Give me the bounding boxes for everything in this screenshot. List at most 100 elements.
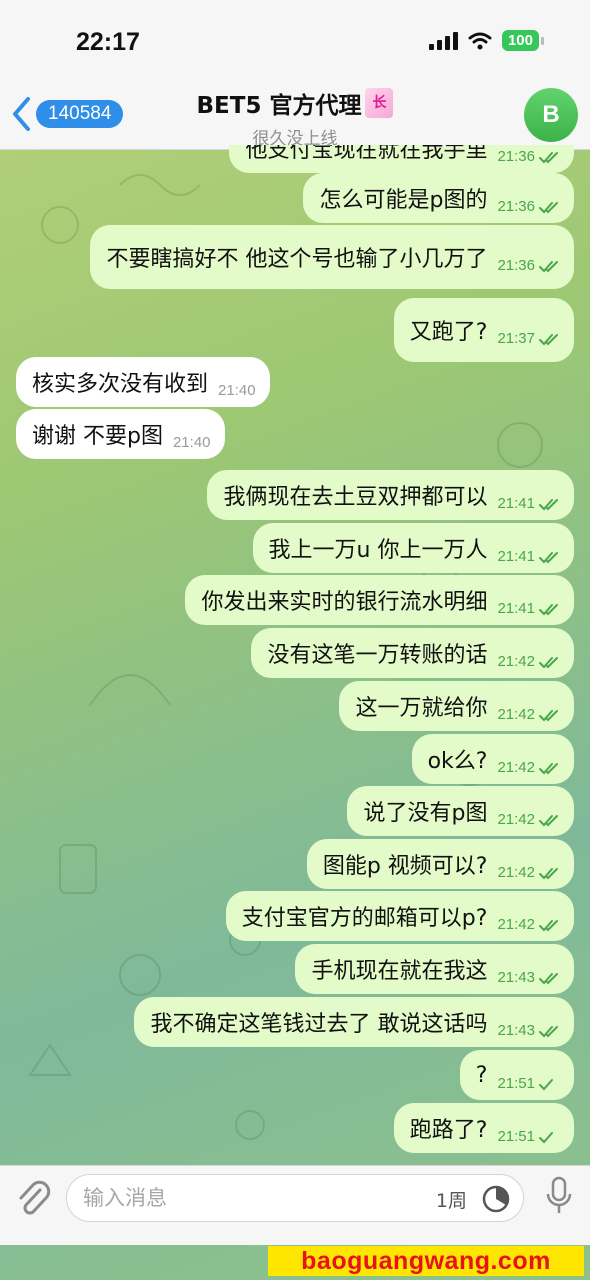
message-time: 21:43 [497,968,535,986]
message-time: 21:36 [497,147,535,165]
message-time: 21:42 [497,652,535,670]
avatar[interactable]: B [524,88,578,142]
outgoing-message[interactable]: 我俩现在去土豆双押都可以 21:41 [207,470,574,520]
message-meta: 21:36 [497,257,560,274]
message-meta: 21:42 [497,653,560,670]
double-check-icon [539,333,558,345]
message-meta: 21:37 [497,330,560,347]
message-text: 我不确定这笔钱过去了 敢说这话吗 [150,1012,488,1037]
message-text: ok么? [427,749,488,774]
battery-level: 100 [501,30,539,51]
message-text: 谢谢 不要p图 [32,424,163,449]
chat-name: BET5 官方代理 [196,93,362,119]
outgoing-message[interactable]: 说了没有p图 21:42 [347,786,574,836]
double-check-icon [539,603,558,615]
status-icons: 100 [428,30,544,51]
message-meta: 21:40 [218,382,256,399]
message-time: 21:41 [497,494,535,512]
status-time: 22:17 [76,28,140,56]
outgoing-message[interactable]: 我不确定这笔钱过去了 敢说这话吗 21:43 [134,997,574,1047]
message-text: 怎么可能是p图的 [319,188,488,213]
timer-icon[interactable] [481,1184,511,1214]
chat-header: 22:17 100 140584 BET5 官方代理 长 很久没上线 B [0,0,590,150]
double-check-icon [539,498,558,510]
message-time: 21:42 [497,915,535,933]
message-text: 图能p 视频可以? [322,854,488,879]
battery-icon: 100 [501,30,544,51]
double-check-icon [539,201,558,213]
message-meta: 21:51 [497,1128,560,1145]
message-input-field[interactable]: 1周 [66,1174,524,1222]
message-time: 21:43 [497,1021,535,1039]
message-meta: 21:42 [497,916,560,933]
outgoing-message[interactable]: ok么? 21:42 [411,734,574,784]
single-check-icon [539,1131,553,1143]
outgoing-message[interactable]: 手机现在就在我这 21:43 [295,944,574,994]
message-time: 21:42 [497,705,535,723]
message-meta: 21:43 [497,969,560,986]
outgoing-message[interactable]: 不要瞎搞好不 他这个号也输了小几万了 21:36 [90,225,574,289]
double-check-icon [539,762,558,774]
message-text: 他支付宝现在就在我手里 [245,145,488,163]
outgoing-message[interactable]: 我上一万u 你上一万人 21:41 [252,523,574,573]
message-text: 说了没有p图 [363,801,488,826]
double-check-icon [539,814,558,826]
message-meta: 21:36 [497,148,560,165]
outgoing-message[interactable]: 图能p 视频可以? 21:42 [306,839,574,889]
double-check-icon [539,972,558,984]
message-list: 他支付宝现在就在我手里 21:36 怎么可能是p图的 21:36 不要瞎搞好不 他这个号… [0,145,590,1165]
incoming-message[interactable]: 核实多次没有收到 21:40 [16,357,270,407]
message-meta: 21:41 [497,495,560,512]
outgoing-message[interactable]: 怎么可能是p图的 21:36 [303,173,574,223]
paperclip-icon[interactable] [14,1178,52,1218]
double-check-icon [539,151,558,163]
title-logo-emoji: 长 [365,88,394,118]
message-meta: 21:41 [497,600,560,617]
outgoing-message[interactable]: ? 21:51 [459,1050,574,1100]
message-text: 跑路了? [409,1118,488,1143]
chat-title[interactable]: BET5 官方代理 长 很久没上线 [0,86,590,149]
outgoing-message[interactable]: 又跑了? 21:37 [393,298,574,362]
microphone-icon[interactable] [544,1176,574,1216]
message-text: 不要瞎搞好不 他这个号也输了小几万了 [106,247,488,272]
message-meta: 21:40 [173,434,211,451]
message-time: 21:42 [497,810,535,828]
message-time: 21:51 [497,1127,535,1145]
message-meta: 21:43 [497,1022,560,1039]
message-time: 21:40 [172,433,211,451]
outgoing-message[interactable]: 没有这笔一万转账的话 21:42 [251,628,574,678]
message-time: 21:42 [497,758,535,776]
message-text: 核实多次没有收到 [32,372,209,397]
outgoing-message[interactable]: 支付宝官方的邮箱可以p? 21:42 [225,891,574,941]
message-time: 21:42 [497,863,535,881]
message-text: 支付宝官方的邮箱可以p? [241,906,488,931]
outgoing-message[interactable]: 你发出来实时的银行流水明细 21:41 [185,575,574,625]
double-check-icon [539,709,558,721]
incoming-message[interactable]: 谢谢 不要p图 21:40 [16,409,225,459]
message-input[interactable] [83,1183,413,1213]
message-time: 21:36 [497,256,535,274]
message-meta: 21:41 [497,548,560,565]
double-check-icon [539,867,558,879]
message-text: 我上一万u 你上一万人 [268,538,488,563]
message-text: 你发出来实时的银行流水明细 [201,590,488,615]
double-check-icon [539,656,558,668]
message-time: 21:41 [497,547,535,565]
message-time: 21:36 [497,197,535,215]
message-time: 21:40 [218,381,256,399]
message-time: 21:51 [497,1074,535,1092]
outgoing-message[interactable]: 这一万就给你 21:42 [339,681,574,731]
wifi-icon [468,32,492,49]
message-meta: 21:51 [497,1075,560,1092]
outgoing-message[interactable]: 他支付宝现在就在我手里 21:36 [229,145,574,173]
input-bar: 1周 [0,1165,590,1245]
cellular-signal-icon [428,31,458,50]
message-meta: 21:36 [497,198,560,215]
message-text: 手机现在就在我这 [311,959,488,984]
message-time: 21:41 [497,599,535,617]
double-check-icon [539,919,558,931]
message-meta: 21:42 [497,759,560,776]
message-text: ? [475,1062,488,1088]
double-check-icon [539,551,558,563]
outgoing-message[interactable]: 跑路了? 21:51 [393,1103,574,1153]
